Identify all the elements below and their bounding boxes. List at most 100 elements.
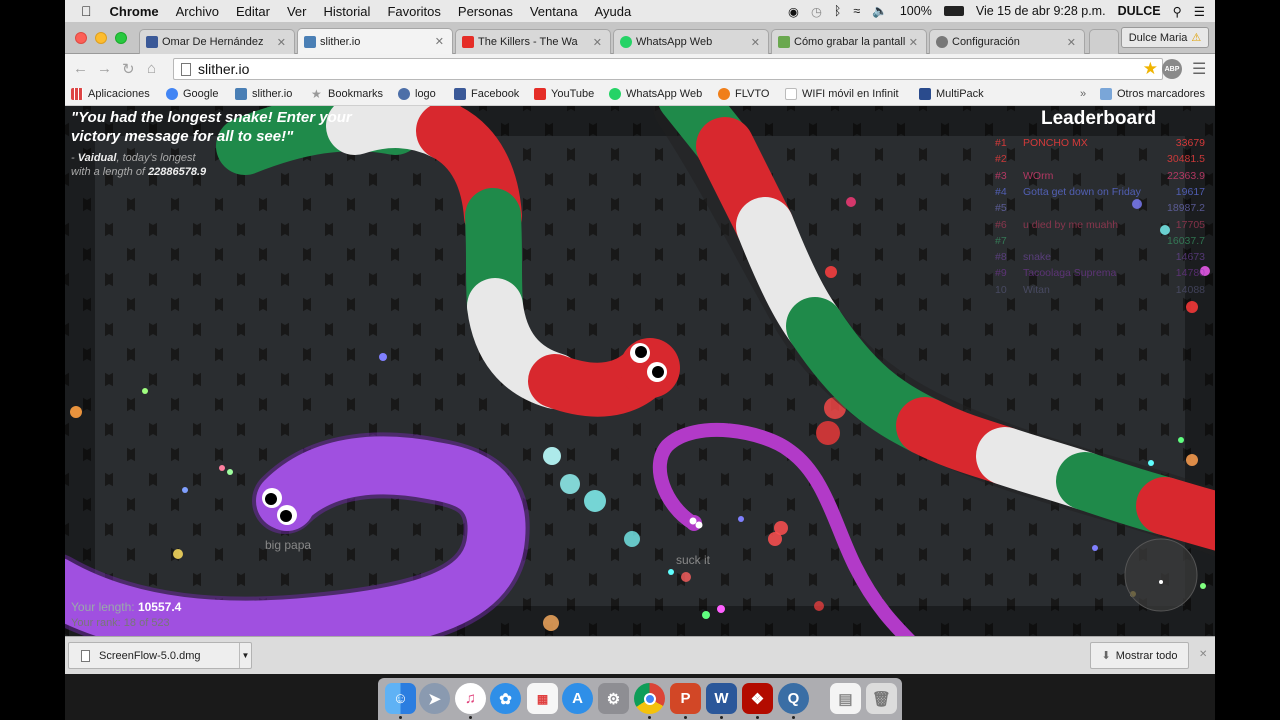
tab-slither[interactable]: slither.io ✕ [297,28,453,54]
close-icon[interactable]: ✕ [909,36,918,49]
forward-icon[interactable]: → [97,60,112,77]
profile-button[interactable]: Dulce Maria ⚠ [1121,27,1209,48]
bookmarks-bar: Aplicaciones Google slither.io ★ Bookmar… [65,84,1215,106]
bookmark-slither[interactable]: slither.io [235,88,292,100]
bookmark-whatsapp[interactable]: WhatsApp Web [609,88,702,100]
running-indicator [648,716,651,719]
datetime[interactable]: Vie 15 de abr 9:28 p.m. [976,4,1106,18]
trash-icon[interactable]: 🗑 [866,683,897,714]
wifi-icon[interactable]: ≈ [853,4,860,18]
powerpoint-icon[interactable]: P [670,683,701,714]
bookmark-logo[interactable]: logo [398,88,436,100]
menu-ayuda[interactable]: Ayuda [595,4,632,19]
leaderboard-row: #7 16037.7 [995,235,1205,251]
your-length-label: Your length: [71,600,138,614]
leaderboard-row: #3 WOrm 22363.9 [995,170,1205,186]
word-icon[interactable]: W [706,683,737,714]
show-all-downloads-button[interactable]: ⬇ Mostrar todo [1090,642,1189,669]
adblock-icon[interactable]: ABP [1162,59,1182,79]
menu-editar[interactable]: Editar [236,4,270,19]
menu-archivo[interactable]: Archivo [176,4,219,19]
battery-percent[interactable]: 100% [900,4,932,18]
safari-icon[interactable]: ✿ [490,683,521,714]
new-tab-button[interactable] [1089,29,1119,54]
star-icon[interactable]: ★ [1143,59,1158,79]
system-preferences-icon[interactable]: ⚙ [598,683,629,714]
close-icon[interactable]: ✕ [1199,649,1207,660]
bookmark-google[interactable]: Google [166,88,218,100]
bookmark-facebook[interactable]: Facebook [454,88,519,100]
bookmark-bookmarks[interactable]: ★ Bookmarks [311,88,383,100]
menu-historial[interactable]: Historial [323,4,370,19]
leaderboard-score: 30481.5 [1167,153,1205,166]
time-machine-icon[interactable]: ◷ [811,4,822,19]
bookmark-multipack[interactable]: MultiPack [919,88,984,100]
bookmark-wifi[interactable]: WIFI móvil en Infinit [785,88,905,100]
back-icon[interactable]: ← [73,60,88,77]
logo-icon [398,88,410,100]
minimize-window-button[interactable] [95,32,107,44]
chrome-icon[interactable] [634,683,665,714]
zoom-window-button[interactable] [115,32,127,44]
close-icon[interactable]: ✕ [1067,36,1076,49]
tab-omar[interactable]: Omar De Hernández ✕ [139,29,295,54]
chevron-down-icon[interactable]: ▼ [239,643,251,668]
victory-message: "You had the longest snake! Enter your v… [71,109,352,145]
more-bookmarks-chevron-icon[interactable]: » [1080,88,1086,100]
download-item[interactable]: ScreenFlow-5.0.dmg ▼ [68,642,252,669]
reload-icon[interactable]: ↻ [122,60,135,78]
other-bookmarks[interactable]: Otros marcadores [1100,88,1205,100]
home-icon[interactable]: ⌂ [147,60,156,77]
close-icon[interactable]: ✕ [751,36,760,49]
app-store-icon[interactable]: A [562,683,593,714]
notification-center-icon[interactable]: ☰ [1194,4,1205,19]
close-icon[interactable]: ✕ [593,36,602,49]
menu-chrome[interactable]: Chrome [110,4,159,19]
leaderboard-row: #8 snake 14673 [995,251,1205,267]
menu-icon[interactable]: ☰ [1192,59,1206,79]
bookmark-aplicaciones[interactable]: Aplicaciones [71,88,150,100]
bookmark-youtube[interactable]: YouTube [534,88,594,100]
tab-whatsapp[interactable]: WhatsApp Web ✕ [613,29,769,54]
menu-ventana[interactable]: Ventana [530,4,578,19]
bookmark-label: Otros marcadores [1117,88,1206,100]
tab-label: Configuración [952,36,1020,48]
downloads-bar: ScreenFlow-5.0.dmg ▼ ⬇ Mostrar todo ✕ [65,636,1215,674]
tab-como-grabar[interactable]: Cómo grabar la pantall ✕ [771,29,927,54]
game-canvas[interactable]: "You had the longest snake! Enter your v… [65,106,1215,636]
document-icon[interactable]: ▤ [830,683,861,714]
tab-label: Cómo grabar la pantall [794,36,905,48]
close-window-button[interactable] [75,32,87,44]
victory-author: - Vaidual, today's longest with a length… [71,151,206,179]
record-status-icon[interactable]: ◉ [788,4,799,19]
finder-icon[interactable]: ☺ [385,683,416,714]
tab-the-killers[interactable]: The Killers - The Wa ✕ [455,29,611,54]
address-text[interactable]: slither.io [198,61,249,77]
user-name[interactable]: DULCE [1118,4,1161,18]
leaderboard-name: Gotta get down on Friday [1023,185,1141,198]
menu-personas[interactable]: Personas [458,4,513,19]
battery-icon[interactable] [943,6,964,16]
bluetooth-icon[interactable]: ᛒ [834,4,842,18]
address-bar[interactable]: slither.io ★ [173,58,1163,80]
leaderboard-rank: 10 [995,283,1007,296]
itunes-icon[interactable]: ♫ [455,683,486,714]
apple-menu-icon[interactable]:  [81,3,92,19]
leaderboard-name: Tacoolaga Suprema [1023,267,1117,280]
close-icon[interactable]: ✕ [277,36,286,49]
launchpad-icon[interactable]: ➤ [419,683,450,714]
menu-favoritos[interactable]: Favoritos [387,4,440,19]
record-length: 22886578.9 [148,166,207,178]
acrobat-icon[interactable]: ❖ [742,683,773,714]
menu-ver[interactable]: Ver [287,4,307,19]
quicktime-icon[interactable]: Q [778,683,809,714]
running-indicator [756,716,759,719]
volume-icon[interactable]: 🔈 [872,4,888,19]
tab-configuracion[interactable]: Configuración ✕ [929,29,1085,54]
leaderboard-score: 19617 [1175,185,1205,198]
calculator-icon[interactable]: ▦ [527,683,558,714]
spotlight-icon[interactable]: ⚲ [1173,4,1182,19]
bookmark-flvto[interactable]: FLVTO [718,88,769,100]
close-icon[interactable]: ✕ [435,35,444,48]
show-all-label: Mostrar todo [1115,649,1178,662]
